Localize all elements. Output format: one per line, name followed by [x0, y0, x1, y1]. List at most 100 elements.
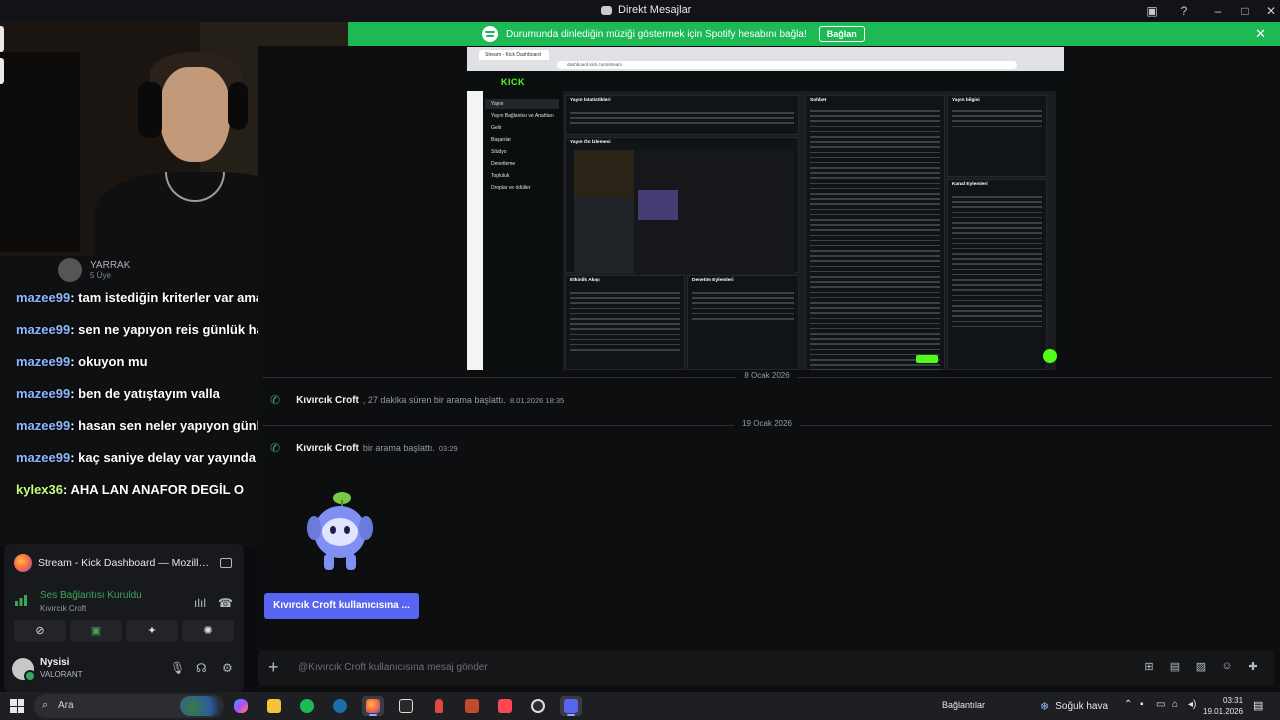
chat-message: mazee99: ben de yatıştayım valla: [16, 386, 220, 401]
obs-icon[interactable]: [527, 696, 549, 716]
taskbar-search[interactable]: ⌕ Ara: [34, 694, 224, 718]
stream-info-panel: Yayın bilgisi: [947, 95, 1047, 177]
taskbar: ⌕ Ara Bağlantılar ❄ Soğuk hava ⌃ ▪ ▭ ⌂ ◂…: [0, 692, 1280, 720]
maximize-button[interactable]: □: [1237, 3, 1253, 19]
search-highlight-image: [180, 696, 220, 716]
call-message: ✆ Kıvırcık Croft , 27 dakika süren bir a…: [270, 393, 565, 407]
gift-icon[interactable]: ⊞: [1142, 660, 1156, 674]
start-button[interactable]: [10, 699, 24, 713]
server-name: YARRAK: [90, 260, 131, 271]
headphones-icon[interactable]: ☊: [196, 661, 207, 675]
discord-icon: [601, 5, 612, 15]
inbox-icon[interactable]: ▣: [1144, 3, 1160, 19]
window-title: Direkt Mesajlar: [601, 4, 691, 16]
stream-card: Stream - Kick Dashboard — Mozilla ... Se…: [4, 544, 244, 692]
timestamp: 8.01.2026 18:35: [509, 395, 565, 405]
message-author[interactable]: Kıvırcık Croft: [296, 395, 359, 406]
phone-icon: ✆: [270, 393, 281, 407]
epic-games-icon[interactable]: [395, 696, 417, 716]
chevron-up-icon[interactable]: ⌃: [1124, 699, 1132, 710]
channel-actions-panel: Kanal Eylemleri: [947, 179, 1047, 370]
kick-chat-panel: Sohbet: [805, 95, 945, 370]
weather-widget[interactable]: ❄ Soğuk hava: [1040, 700, 1108, 713]
minimize-button[interactable]: –: [1210, 3, 1226, 19]
firefox-icon: [14, 554, 32, 572]
windows-security-icon[interactable]: ▪: [1140, 699, 1144, 710]
message-author[interactable]: Kıvırcık Croft: [296, 443, 359, 454]
message-input[interactable]: + @Kıvırcık Croft kullanıcısına mesaj gö…: [258, 650, 1274, 686]
plus-icon[interactable]: +: [268, 658, 286, 676]
spotify-banner: Durumunda dinlediğin müziği göstermek iç…: [348, 22, 1280, 46]
kick-nav-item: Droplar ve ödüller: [491, 185, 531, 191]
volume-icon[interactable]: ◂): [1188, 699, 1196, 710]
chat-message: kylex36: AHA LAN ANAFOR DEGİL O: [16, 482, 245, 497]
url-bar: dashboard.kick.com/stream: [557, 61, 1017, 69]
server-header: YARRAK 5 Üye: [58, 258, 130, 282]
activity-panel: Etkinlik Akışı: [565, 275, 685, 370]
kick-sidebar: Yayın Yayın Bağlantısı ve Anahtarı Gelir…: [483, 91, 563, 370]
search-icon: ⌕: [42, 699, 49, 711]
kick-header: KICK: [467, 71, 1064, 91]
camera-off-button[interactable]: ⊘: [14, 620, 66, 642]
chat-message: mazee99: kaç saniye delay var yayında: [16, 450, 256, 465]
screen-share-view[interactable]: Stream - Kick Dashboard dashboard.kick.c…: [467, 47, 1064, 370]
kick-nav-item: Denetleme: [491, 161, 516, 167]
call-message: ✆ Kıvırcık Croft bir arama başlattı. 03:…: [270, 441, 458, 455]
display-icon[interactable]: ▭: [1156, 699, 1165, 710]
soundboard-button[interactable]: ✺: [182, 620, 234, 642]
noise-suppression-icon[interactable]: ılıl: [194, 596, 206, 610]
weather-icon: ❄: [1040, 701, 1050, 713]
gear-icon[interactable]: ⚙: [222, 661, 233, 675]
screen-share-button[interactable]: ▣: [70, 620, 122, 642]
browser-tab: Stream - Kick Dashboard: [479, 50, 549, 60]
connections-label[interactable]: Bağlantılar: [942, 700, 985, 710]
avatar[interactable]: [12, 658, 36, 682]
kick-nav-item: Yayın: [485, 99, 559, 109]
apps-icon[interactable]: ✚: [1246, 660, 1260, 674]
game-icon[interactable]: [461, 696, 483, 716]
file-explorer-icon[interactable]: [263, 696, 285, 716]
sticker-icon[interactable]: ▨: [1194, 660, 1208, 674]
wumpus-illustration: [307, 492, 373, 570]
kick-nav-item: Topluluk: [491, 173, 510, 179]
valorant-icon[interactable]: [494, 696, 516, 716]
date-divider: 8 Ocak 2026: [262, 371, 1272, 380]
chat-message: mazee99: okuyon mu: [16, 354, 148, 369]
emoji-icon[interactable]: ☺: [1220, 660, 1234, 674]
stream-title[interactable]: Stream - Kick Dashboard — Mozilla ...: [38, 557, 214, 569]
close-window-button[interactable]: ✕: [1263, 3, 1279, 19]
notification-icon[interactable]: ▤: [1253, 699, 1263, 712]
voice-connected-label[interactable]: Ses Bağlantısı Kuruldu: [40, 590, 142, 601]
message-placeholder: @Kıvırcık Croft kullanıcısına mesaj gönd…: [298, 662, 488, 673]
microphone-app-icon[interactable]: [428, 696, 450, 716]
mod-actions-panel: Denetim Eylemleri: [687, 275, 799, 370]
wave-button[interactable]: Kıvırcık Croft kullanıcısına ...: [264, 593, 419, 619]
network-icon[interactable]: ⌂: [1172, 699, 1178, 710]
copilot-icon[interactable]: [230, 696, 252, 716]
date-divider: 19 Ocak 2026: [262, 419, 1272, 428]
microphone-icon[interactable]: 🎙: [170, 661, 185, 675]
spotify-taskbar-icon[interactable]: [296, 696, 318, 716]
clock[interactable]: 03:31 19.01.2026: [1203, 695, 1243, 717]
gif-icon[interactable]: ▤: [1168, 660, 1182, 674]
side-handle[interactable]: [0, 58, 4, 84]
spotify-message: Durumunda dinlediğin müziği göstermek iç…: [506, 28, 807, 40]
activities-button[interactable]: ✦: [126, 620, 178, 642]
steam-icon[interactable]: [329, 696, 351, 716]
close-icon[interactable]: ✕: [1255, 26, 1266, 42]
stream-stats-panel: Yayın İstatistikleri: [565, 95, 799, 135]
user-status: VALORANT: [40, 670, 83, 679]
side-handle[interactable]: [0, 26, 4, 52]
firefox-taskbar-icon[interactable]: [362, 696, 384, 716]
kick-logo: KICK: [501, 77, 525, 87]
popout-icon[interactable]: [220, 558, 232, 568]
avatar: [58, 258, 82, 282]
title-bar: Direkt Mesajlar ▣ ? – □ ✕: [0, 0, 1280, 22]
kick-nav-item: Gelir: [491, 125, 502, 131]
member-count: 5 Üye: [90, 271, 111, 280]
help-icon[interactable]: ?: [1176, 3, 1192, 19]
discord-taskbar-icon[interactable]: [560, 696, 582, 716]
spotify-connect-button[interactable]: Bağlan: [818, 26, 865, 42]
spotify-icon: [482, 26, 498, 42]
disconnect-icon[interactable]: ☎: [218, 596, 233, 610]
